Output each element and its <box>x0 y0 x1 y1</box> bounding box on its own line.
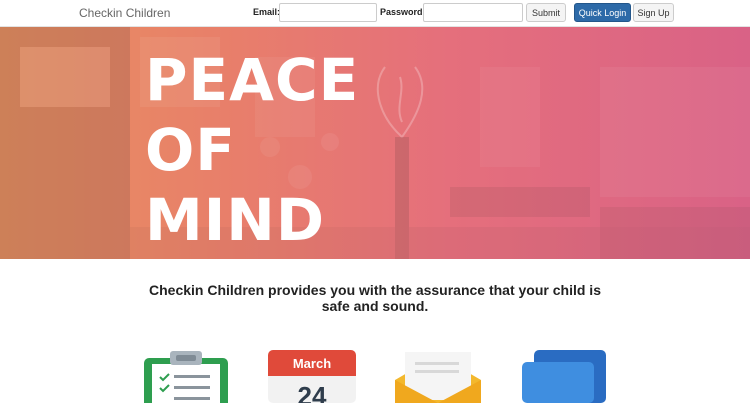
tagline-line-1: Checkin Children provides you with the a… <box>149 282 601 298</box>
quick-login-button[interactable]: Quick Login <box>574 3 631 22</box>
hero-title: PEACE OF MIND <box>145 45 359 255</box>
calendar-month: March <box>292 356 332 371</box>
calendar-icon: March 24 <box>268 350 356 403</box>
hero-title-line-1: PEACE <box>145 46 360 114</box>
folder-icon <box>522 350 606 403</box>
clipboard-checklist-icon <box>144 351 228 403</box>
tagline: Checkin Children provides you with the a… <box>0 282 750 314</box>
top-navbar: Checkin Children Email: Password: Submit… <box>0 0 750 27</box>
tagline-line-2: safe and sound. <box>321 298 429 314</box>
classroom-background-image <box>0 27 750 259</box>
hero-banner: PEACE OF MIND <box>0 27 750 259</box>
hero-title-line-3: MIND <box>145 186 325 254</box>
submit-button[interactable]: Submit <box>526 3 566 22</box>
envelope-letter-icon <box>395 352 481 403</box>
sign-up-button[interactable]: Sign Up <box>633 3 674 22</box>
password-input[interactable] <box>423 3 523 22</box>
calendar-day: 24 <box>297 381 327 403</box>
email-label: Email: <box>253 7 281 17</box>
brand-name[interactable]: Checkin Children <box>79 6 170 20</box>
hero-title-line-2: OF <box>145 116 236 184</box>
email-input[interactable] <box>279 3 377 22</box>
password-label: Password: <box>380 7 426 17</box>
